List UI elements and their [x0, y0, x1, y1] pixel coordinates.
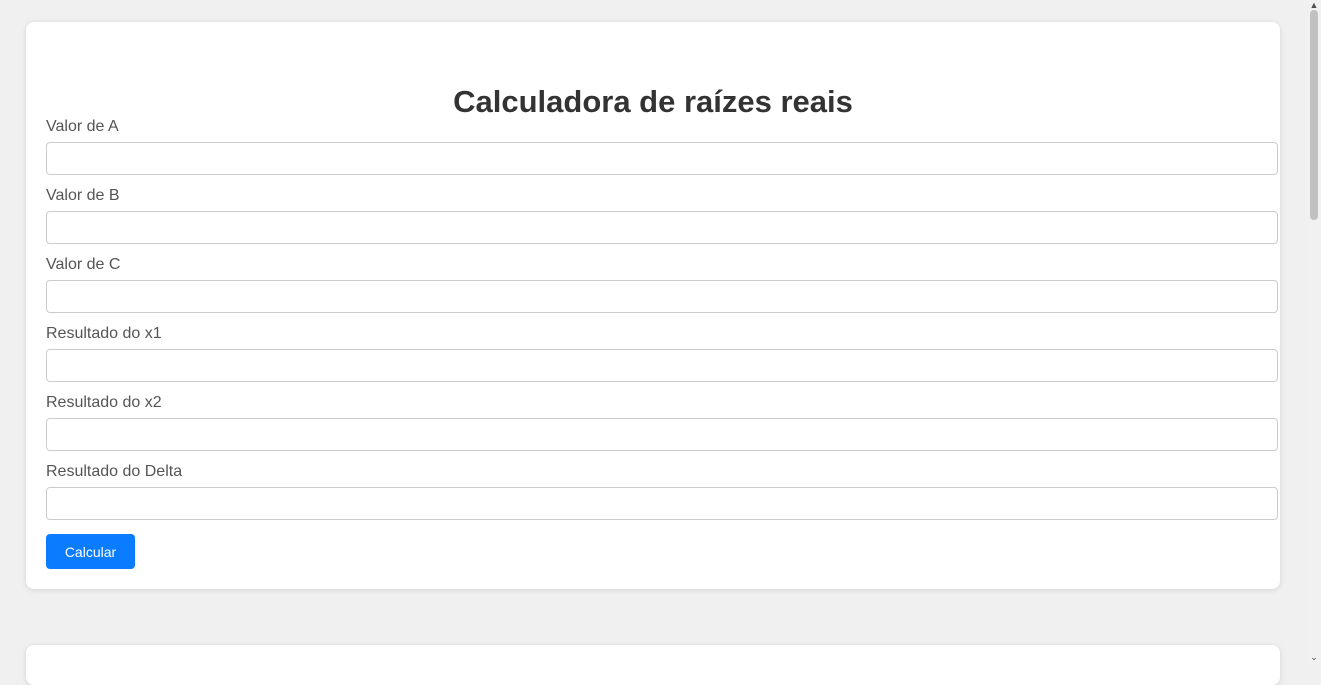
valor-b-input[interactable] [46, 211, 1278, 244]
secondary-card [26, 645, 1280, 685]
valor-c-input[interactable] [46, 280, 1278, 313]
scrollbar-thumb[interactable] [1310, 10, 1318, 220]
field-x1: Resultado do x1 [46, 325, 1278, 382]
field-delta: Resultado do Delta [46, 463, 1278, 520]
field-b-label: Valor de B [46, 187, 120, 204]
field-x2-label: Resultado do x2 [46, 394, 162, 411]
field-a: Valor de A [46, 118, 1278, 175]
resultado-delta-input[interactable] [46, 487, 1278, 520]
field-c: Valor de C [46, 256, 1278, 313]
resultado-x2-input[interactable] [46, 418, 1278, 451]
field-c-label: Valor de C [46, 256, 121, 273]
valor-a-input[interactable] [46, 142, 1278, 175]
chevron-up-icon[interactable]: ▲ [1307, 0, 1321, 10]
field-a-label: Valor de A [46, 118, 119, 135]
page-title: Calculadora de raízes reais [453, 84, 853, 119]
calcular-button[interactable]: Calcular [46, 534, 135, 569]
field-b: Valor de B [46, 187, 1278, 244]
vertical-scrollbar[interactable]: ▲ ⌄ [1307, 0, 1321, 662]
field-x2: Resultado do x2 [46, 394, 1278, 451]
calculator-card: Calculadora de raízes reais Valor de A V… [26, 22, 1280, 589]
field-delta-label: Resultado do Delta [46, 463, 183, 480]
resultado-x1-input[interactable] [46, 349, 1278, 382]
field-x1-label: Resultado do x1 [46, 325, 162, 342]
chevron-down-icon[interactable]: ⌄ [1307, 652, 1321, 662]
